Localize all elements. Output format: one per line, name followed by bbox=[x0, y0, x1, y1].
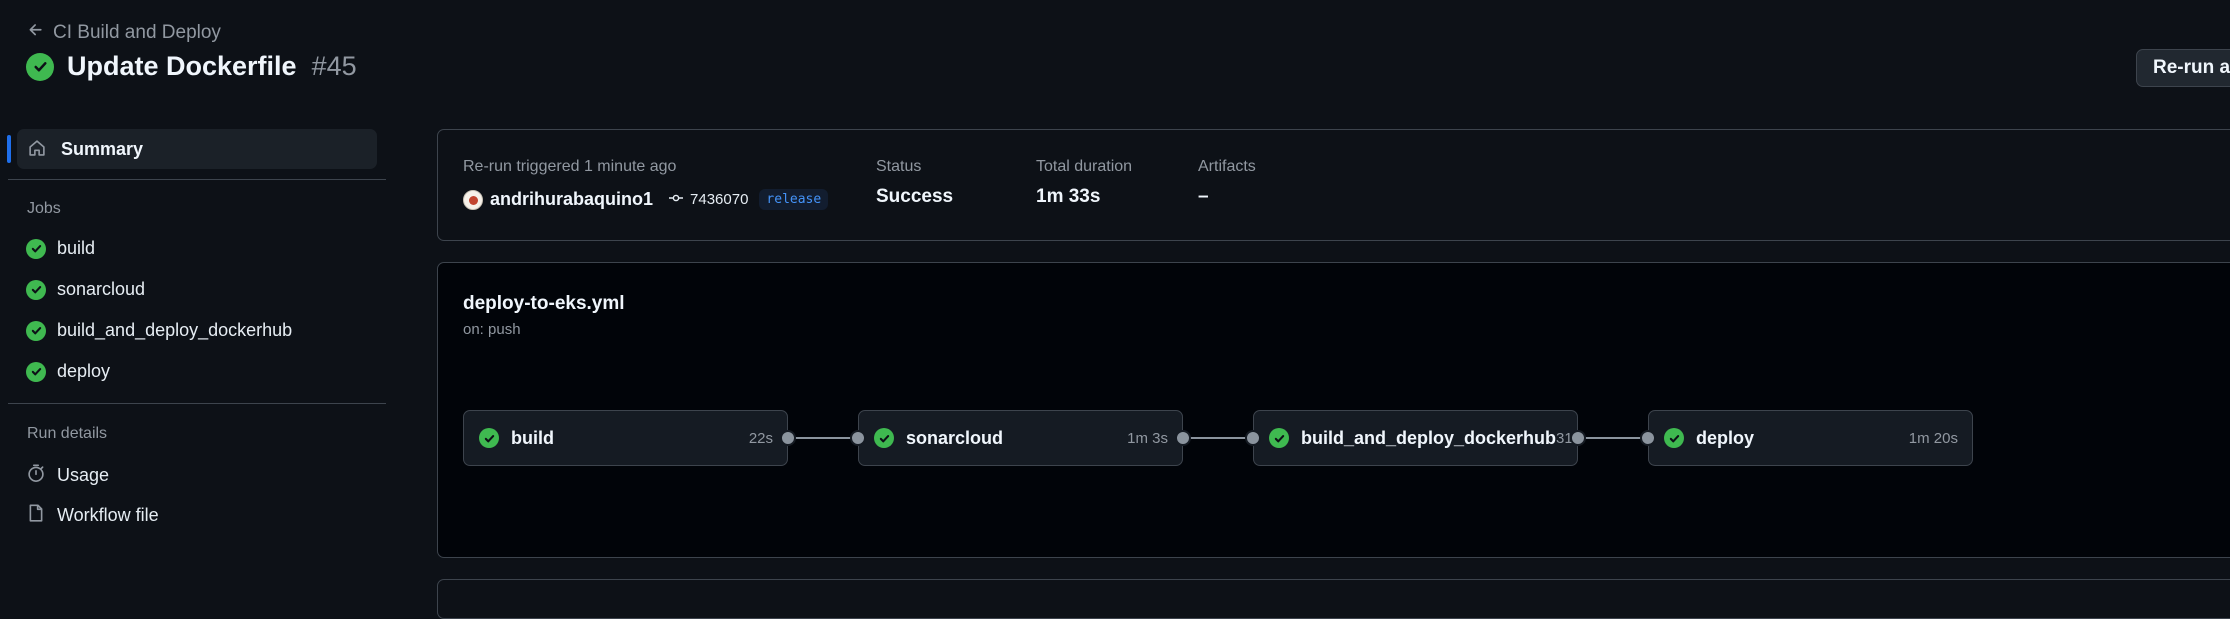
divider bbox=[8, 403, 386, 404]
actor-name[interactable]: andrihurabaquino1 bbox=[490, 189, 653, 210]
commit-sha: 7436070 bbox=[690, 191, 749, 208]
success-check-icon bbox=[874, 428, 894, 448]
sidebar-job-deploy[interactable]: deploy bbox=[26, 361, 110, 382]
git-commit-icon bbox=[668, 190, 684, 210]
job-node-deploy[interactable]: deploy 1m 20s bbox=[1648, 410, 1973, 466]
job-node-duration: 1m 3s bbox=[1127, 429, 1168, 447]
success-check-icon bbox=[26, 238, 46, 259]
sidebar-item-workflow-file[interactable]: Workflow file bbox=[26, 503, 159, 528]
run-number: #45 bbox=[311, 51, 357, 81]
job-node-sonarcloud[interactable]: sonarcloud 1m 3s bbox=[858, 410, 1183, 466]
connector-dot bbox=[850, 430, 866, 446]
sidebar-item-label: Workflow file bbox=[57, 505, 159, 525]
job-connector bbox=[788, 437, 858, 439]
job-node-name: deploy bbox=[1696, 427, 1755, 448]
trigger-label: Re-run triggered 1 minute ago bbox=[463, 158, 677, 175]
job-node-build[interactable]: build 22s bbox=[463, 410, 788, 466]
divider bbox=[8, 179, 386, 180]
sidebar-job-label: build bbox=[57, 238, 96, 258]
jobs-heading: Jobs bbox=[27, 200, 61, 217]
sidebar-item-label: Summary bbox=[61, 138, 144, 159]
workflow-trigger: on: push bbox=[463, 321, 521, 338]
run-details-heading: Run details bbox=[27, 425, 108, 442]
back-link[interactable]: CI Build and Deploy bbox=[27, 21, 221, 45]
run-title: Update Dockerfile bbox=[67, 51, 297, 81]
connector-dot bbox=[1245, 430, 1261, 446]
sidebar-item-label: Usage bbox=[57, 465, 110, 485]
stopwatch-icon bbox=[26, 463, 46, 488]
commit-link[interactable]: 7436070 bbox=[668, 190, 748, 210]
job-node-name: sonarcloud bbox=[906, 427, 1004, 448]
success-check-icon bbox=[26, 320, 46, 341]
job-node-name: build_and_deploy_dockerhub bbox=[1301, 427, 1557, 448]
sidebar-job-label: sonarcloud bbox=[57, 279, 146, 299]
success-check-icon bbox=[26, 361, 46, 382]
sidebar-job-label: deploy bbox=[57, 361, 111, 381]
sidebar-job-build-and-deploy-dockerhub[interactable]: build_and_deploy_dockerhub bbox=[26, 320, 292, 341]
branch-badge[interactable]: release bbox=[759, 189, 829, 210]
workflow-file-name[interactable]: deploy-to-eks.yml bbox=[463, 293, 625, 315]
back-link-label: CI Build and Deploy bbox=[53, 22, 221, 43]
connector-dot bbox=[1175, 430, 1191, 446]
job-node-name: build bbox=[511, 427, 554, 448]
connector-dot bbox=[1570, 430, 1586, 446]
job-node-build-and-deploy-dockerhub[interactable]: build_and_deploy_dockerhub 31s bbox=[1253, 410, 1580, 466]
sidebar-job-label: build_and_deploy_dockerhub bbox=[57, 320, 293, 340]
sidebar-job-build[interactable]: build bbox=[26, 238, 95, 259]
next-section-card bbox=[437, 579, 2230, 619]
success-check-icon bbox=[479, 428, 499, 448]
job-node-duration: 1m 20s bbox=[1908, 429, 1958, 447]
status-value: Success bbox=[876, 186, 954, 207]
file-icon bbox=[26, 503, 46, 528]
sidebar-job-sonarcloud[interactable]: sonarcloud bbox=[26, 279, 145, 300]
success-check-icon bbox=[1269, 428, 1289, 448]
job-node-duration: 22s bbox=[748, 429, 773, 447]
success-check-icon bbox=[1664, 428, 1684, 448]
sidebar-item-usage[interactable]: Usage bbox=[26, 463, 109, 488]
status-label: Status bbox=[876, 158, 922, 175]
active-indicator bbox=[7, 135, 11, 163]
duration-label: Total duration bbox=[1036, 158, 1133, 175]
run-summary-card: Re-run triggered 1 minute ago andrihurab… bbox=[437, 129, 2230, 241]
sidebar-item-summary[interactable]: Summary bbox=[7, 129, 377, 169]
run-actor: andrihurabaquino1 7436070 release bbox=[463, 189, 829, 210]
job-connector bbox=[1578, 437, 1648, 439]
home-icon bbox=[27, 138, 49, 160]
success-check-icon bbox=[26, 52, 54, 81]
connector-dot bbox=[1640, 430, 1656, 446]
rerun-all-button[interactable]: Re-run all bbox=[2136, 49, 2230, 87]
avatar[interactable] bbox=[463, 189, 483, 210]
duration-value: 1m 33s bbox=[1036, 186, 1101, 207]
arrow-left-icon bbox=[27, 21, 45, 45]
page-title: Update Dockerfile #45 bbox=[26, 51, 357, 82]
workflow-graph-card: deploy-to-eks.yml on: push build 22s son… bbox=[437, 262, 2230, 558]
job-connector bbox=[1183, 437, 1253, 439]
success-check-icon bbox=[26, 279, 46, 300]
artifacts-label: Artifacts bbox=[1198, 158, 1256, 175]
artifacts-value: – bbox=[1198, 186, 1209, 207]
connector-dot bbox=[780, 430, 796, 446]
